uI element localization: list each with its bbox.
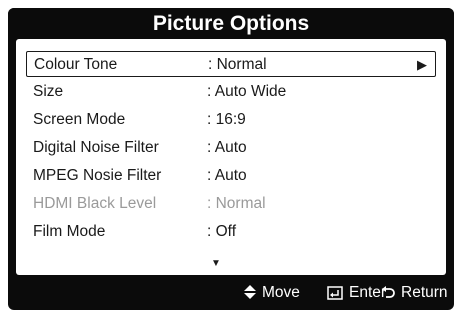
options-list: Colour Tone : Normal ▶ Size : Auto Wide … bbox=[16, 39, 446, 275]
menu-item-label: HDMI Black Level bbox=[33, 195, 157, 212]
menu-item-film-mode[interactable]: Film Mode : Off bbox=[26, 219, 436, 245]
return-label: Return bbox=[401, 284, 448, 301]
menu-item-mpeg-noise-filter[interactable]: MPEG Nosie Filter : Auto bbox=[26, 163, 436, 189]
move-label: Move bbox=[262, 284, 300, 301]
menu-item-value: : 16:9 bbox=[207, 111, 246, 128]
submenu-arrow-icon: ▶ bbox=[417, 57, 427, 72]
button-guide: Move Enter Return bbox=[8, 275, 454, 310]
picture-options-dialog: Picture Options Colour Tone : Normal ▶ S… bbox=[8, 8, 454, 310]
menu-item-label: Colour Tone bbox=[34, 56, 118, 73]
enter-hint: Enter bbox=[327, 275, 386, 310]
return-hint: Return bbox=[381, 275, 448, 310]
menu-item-value: : Off bbox=[207, 223, 237, 240]
menu-item-size[interactable]: Size : Auto Wide bbox=[26, 79, 436, 105]
scroll-down-arrow-icon[interactable]: ▼ bbox=[211, 259, 221, 269]
menu-item-label: Film Mode bbox=[33, 223, 106, 240]
menu-item-digital-noise-filter[interactable]: Digital Noise Filter : Auto bbox=[26, 135, 436, 161]
return-icon bbox=[381, 285, 395, 300]
menu-item-label: Screen Mode bbox=[33, 111, 126, 128]
menu-item-label: Size bbox=[33, 83, 64, 100]
menu-item-value: : Normal bbox=[208, 56, 267, 73]
menu-item-value: : Auto Wide bbox=[207, 83, 287, 100]
up-down-arrows-icon bbox=[244, 284, 256, 301]
enter-icon bbox=[327, 285, 343, 300]
menu-item-label: MPEG Nosie Filter bbox=[33, 167, 162, 184]
dialog-title: Picture Options bbox=[8, 8, 454, 39]
move-hint: Move bbox=[244, 275, 300, 310]
menu-item-value: : Auto bbox=[207, 167, 247, 184]
menu-item-value: : Auto bbox=[207, 139, 247, 156]
menu-item-label: Digital Noise Filter bbox=[33, 139, 159, 156]
menu-item-value: : Normal bbox=[207, 195, 266, 212]
menu-item-hdmi-black-level: HDMI Black Level : Normal bbox=[26, 191, 436, 217]
menu-item-screen-mode[interactable]: Screen Mode : 16:9 bbox=[26, 107, 436, 133]
menu-item-colour-tone[interactable]: Colour Tone : Normal ▶ bbox=[26, 51, 436, 77]
